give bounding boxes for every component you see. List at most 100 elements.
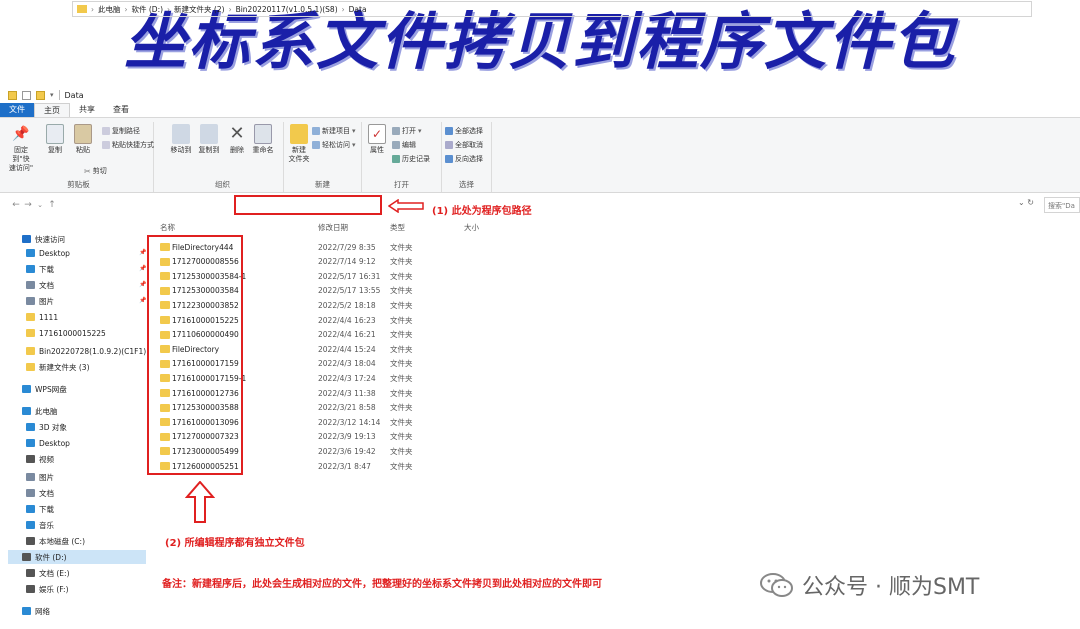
nav-item[interactable]: 视频 <box>26 452 54 466</box>
properties-check-icon: ✓ <box>368 124 386 144</box>
navigation-pane: 快速访问 Desktop 📌 下载 📌 文档 📌 图片 📌 1111 17161000015225 B… <box>0 224 148 629</box>
open-button[interactable]: 打开 ▾ <box>392 126 422 136</box>
watermark-text: 公众号 · 顺为SMT <box>802 575 980 600</box>
select-all-button[interactable]: 全部选择 <box>445 126 483 136</box>
file-type: 文件夹 <box>390 461 413 471</box>
rename-button[interactable]: 重命名 <box>248 124 278 155</box>
nav-item-label: 17161000015225 <box>39 328 106 338</box>
nav-item[interactable]: 网络 <box>22 604 50 618</box>
new-folder-button[interactable]: 新建 文件夹 <box>284 124 314 164</box>
nav-item[interactable]: Bin20220728(1.0.9.2)(C1F1) <box>26 344 146 358</box>
nav-item-label: 文档 <box>39 280 54 290</box>
nav-item[interactable]: 音乐 <box>26 518 54 532</box>
nav-item[interactable]: 新建文件夹 (3) <box>26 360 90 374</box>
nav-item[interactable]: 3D 对象 <box>26 420 67 434</box>
file-type: 文件夹 <box>390 446 413 456</box>
pin-icon[interactable]: 📌 <box>139 265 146 272</box>
copy-icon <box>46 124 64 144</box>
tab-file[interactable]: 文件 <box>0 103 34 117</box>
edit-icon <box>392 141 400 149</box>
file-date: 2022/5/17 13:55 <box>318 286 381 296</box>
invert-selection-button[interactable]: 反向选择 <box>445 154 483 164</box>
nav-item-label: 图片 <box>39 472 54 482</box>
quick-access-dropdown-icon[interactable]: ▾ <box>50 91 54 99</box>
select-none-button[interactable]: 全部取消 <box>445 140 483 150</box>
new-folder-quick-icon[interactable] <box>36 90 45 100</box>
path-highlight-box <box>234 195 382 215</box>
select-group: 全部选择 全部取消 反向选择 选择 <box>442 122 492 192</box>
address-bar[interactable]: › 此电脑 › 软件 (D:) › 新建文件夹 (2) › Bin2022011… <box>72 1 1032 17</box>
properties-quick-icon[interactable] <box>22 90 31 100</box>
file-type: 文件夹 <box>390 315 413 325</box>
pin-icon[interactable]: 📌 <box>139 297 146 304</box>
nav-item[interactable]: Desktop <box>26 246 70 260</box>
forward-arrow-icon[interactable]: → <box>22 200 34 210</box>
nav-item-label: 本地磁盘 (C:) <box>39 536 85 546</box>
nav-item[interactable]: 文档 <box>26 278 54 292</box>
column-size[interactable]: 大小 <box>464 222 479 233</box>
nav-item-label: 下载 <box>39 504 54 514</box>
drive-icon <box>26 569 35 577</box>
pin-icon[interactable]: 📌 <box>139 281 146 288</box>
breadcrumb-new-folder-2[interactable]: 新建文件夹 (2) <box>170 4 229 15</box>
breadcrumb-bin-package[interactable]: Bin20220117(v1.0.5.1)(S8) <box>232 5 342 14</box>
nav-item[interactable]: 图片 <box>26 470 54 484</box>
copy-button[interactable]: 复制 <box>40 124 70 155</box>
open-group: ✓ 属性 打开 ▾ 编辑 历史记录 打开 <box>362 122 442 192</box>
nav-item[interactable]: 此电脑 <box>22 404 58 418</box>
pin-quick-access-button[interactable]: 📌 固定到"快 速访问" <box>6 124 36 173</box>
paste-button[interactable]: 粘贴 <box>68 124 98 155</box>
nav-item[interactable]: 下载 <box>26 262 54 276</box>
pin-icon: 📌 <box>12 126 30 142</box>
cut-button[interactable]: ✂ 剪切 <box>84 166 107 176</box>
nav-item[interactable]: 1111 <box>26 310 58 324</box>
pin-icon[interactable]: 📌 <box>139 249 146 256</box>
nav-item[interactable]: 娱乐 (F:) <box>26 582 69 596</box>
ribbon: 📌 固定到"快 速访问" 复制 粘贴 复制路径 粘贴快捷方式 ✂ 剪切 剪贴板 移… <box>0 117 1080 193</box>
history-button[interactable]: 历史记录 <box>392 154 430 164</box>
music-icon <box>26 521 35 529</box>
copy-to-button[interactable]: 复制到 <box>194 124 224 155</box>
tab-share[interactable]: 共享 <box>70 103 104 117</box>
properties-button[interactable]: ✓ 属性 <box>362 124 392 155</box>
column-type[interactable]: 类型 <box>390 222 405 233</box>
file-date: 2022/3/6 19:42 <box>318 446 376 456</box>
breadcrumb-data[interactable]: Data <box>345 5 371 14</box>
nav-item[interactable]: 本地磁盘 (C:) <box>26 534 85 548</box>
tab-view[interactable]: 查看 <box>104 103 138 117</box>
nav-item[interactable]: 软件 (D:) <box>8 550 146 564</box>
nav-item[interactable]: Desktop <box>26 436 70 450</box>
up-arrow-icon[interactable]: ↑ <box>46 200 58 210</box>
easy-access-button[interactable]: 轻松访问 ▾ <box>312 140 356 150</box>
back-arrow-icon[interactable]: ← <box>10 200 22 210</box>
group-label: 新建 <box>315 180 330 189</box>
nav-item[interactable]: 文档 (E:) <box>26 566 70 580</box>
breadcrumb-drive-d[interactable]: 软件 (D:) <box>128 4 168 15</box>
tab-home[interactable]: 主页 <box>34 103 70 117</box>
file-date: 2022/7/14 9:12 <box>318 257 376 267</box>
group-label: 组织 <box>215 180 230 189</box>
nav-item[interactable]: 17161000015225 <box>26 326 106 340</box>
file-date: 2022/4/3 17:24 <box>318 373 376 383</box>
nav-item[interactable]: 图片 <box>26 294 54 308</box>
left-arrow-annotation-icon <box>387 198 424 216</box>
edit-button[interactable]: 编辑 <box>392 140 416 150</box>
nav-item[interactable]: 下载 <box>26 502 54 516</box>
nav-item[interactable]: 文档 <box>26 486 54 500</box>
nav-item[interactable]: 快速访问 <box>22 232 65 246</box>
paste-shortcut-button[interactable]: 粘贴快捷方式 <box>102 140 154 150</box>
title-bar: ▾ Data <box>0 88 1080 102</box>
refresh-icon[interactable]: ⌄ ↻ <box>1018 198 1034 207</box>
column-date[interactable]: 修改日期 <box>318 222 348 233</box>
nav-item[interactable]: WPS网盘 <box>22 382 67 396</box>
file-date: 2022/4/3 11:38 <box>318 388 376 398</box>
recent-dropdown-icon[interactable]: ⌄ <box>34 201 46 209</box>
ribbon-tabs: 文件 主页 共享 查看 <box>0 103 1080 117</box>
file-type: 文件夹 <box>390 242 413 252</box>
breadcrumb-this-pc[interactable]: 此电脑 <box>94 4 125 15</box>
column-name[interactable]: 名称 <box>160 222 175 233</box>
move-to-button[interactable]: 移动到 <box>166 124 196 155</box>
copy-path-button[interactable]: 复制路径 <box>102 126 140 136</box>
search-input[interactable]: 搜索"Da <box>1044 197 1080 213</box>
new-item-button[interactable]: 新建项目 ▾ <box>312 126 356 136</box>
